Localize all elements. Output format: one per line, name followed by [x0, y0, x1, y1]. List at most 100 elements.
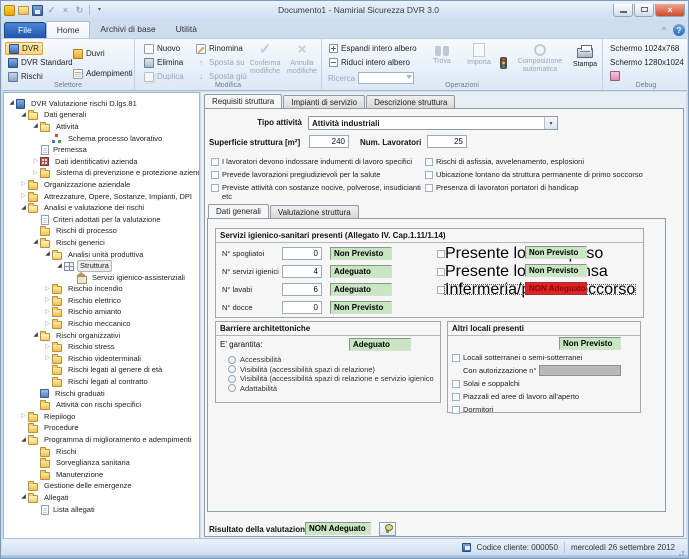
minimize-button[interactable] — [613, 4, 633, 17]
checkbox-icon[interactable] — [437, 268, 445, 276]
lavoratori-input[interactable] — [427, 135, 467, 148]
collapse-icon[interactable]: ◢ — [19, 436, 28, 445]
checkbox-icon[interactable] — [425, 184, 433, 192]
stampa-button[interactable]: Stampa — [569, 41, 601, 87]
radio-icon[interactable] — [228, 365, 236, 373]
qat-dropdown-icon[interactable]: ▾ — [94, 5, 105, 16]
radio-icon[interactable] — [228, 384, 236, 392]
tipo-attivita-select[interactable]: Attività industriali ▾ — [308, 116, 558, 130]
tree-item-organizzazione-aziendale[interactable]: ▷Organizzazione aziendale — [4, 179, 199, 191]
tree-item-lista-allegati[interactable]: Lista allegati — [4, 504, 199, 516]
checkbox-previste-attivit-con-sostanze-nocive-polverose-insudicianti-etc[interactable]: Previste attività con sostanze nocive, p… — [211, 183, 421, 201]
checkbox-prevede-lavorazioni-pregiudizievoli-per-la-salute[interactable]: Prevede lavorazioni pregiudizievoli per … — [211, 170, 421, 179]
radio-adattabilit[interactable]: Adattabilità — [216, 384, 440, 394]
tree-item-analisi-e-valutazione-dei-rischi[interactable]: ◢Analisi e valutazione dei rischi — [4, 202, 199, 214]
superficie-input[interactable] — [309, 135, 349, 148]
subtab-dati-generali[interactable]: Dati generali — [208, 204, 269, 218]
tree-item-rischi-organizzativi[interactable]: ◢Rischi organizzativi — [4, 330, 199, 342]
tree-item-criteri-adottati-per-la-valutazione[interactable]: Criteri adottati per la valutazione — [4, 214, 199, 226]
duvri-button[interactable]: Duvri — [70, 47, 108, 60]
checkbox-presenza-di-lavoratori-portatori-di-handicap[interactable]: Presenza di lavoratori portatori di hand… — [425, 183, 665, 192]
checkbox-i-lavoratori-devono-indossare-indumenti-di-lavoro-specifici[interactable]: I lavoratori devono indossare indumenti … — [211, 157, 421, 166]
tree-item-premessa[interactable]: Premessa — [4, 144, 199, 156]
tree-item-schema-processo-lavorativo[interactable]: Schema processo lavorativo — [4, 133, 199, 145]
count-input-n-servizi-igienici[interactable] — [282, 265, 322, 278]
nuovo-button[interactable]: Nuovo — [141, 42, 183, 55]
tree-item-rischi-graduati[interactable]: Rischi graduati — [4, 388, 199, 400]
collapse-icon[interactable]: ◢ — [31, 122, 40, 131]
rinomina-button[interactable]: Rinomina — [193, 42, 246, 55]
maximize-button[interactable] — [634, 4, 654, 17]
tree-item-dvr-valutazione-rischi-d-lgs-81[interactable]: ◢DVR Valutazione rischi D.lgs.81 — [4, 98, 199, 110]
minimize-ribbon-icon[interactable]: ^ — [658, 26, 670, 35]
tree-item-rischio-incendio[interactable]: ▷Rischio incendio — [4, 284, 199, 296]
tree-item-programma-di-miglioramento-e-adempimenti[interactable]: ◢Programma di miglioramento e adempiment… — [4, 434, 199, 446]
help-icon[interactable]: ? — [673, 24, 685, 36]
count-input-n-lavabi[interactable] — [282, 283, 322, 296]
schermo-1280-button[interactable]: Schermo 1280x1024 — [607, 56, 687, 69]
ribbon-tab-archivi-di-base[interactable]: Archivi di base — [90, 21, 165, 38]
save-icon[interactable] — [32, 5, 43, 16]
checkbox-locali-sotterranei-o-semi-sotterranei[interactable]: Locali sotterranei o semi-sotterranei — [452, 351, 638, 364]
ribbon-tab-home[interactable]: Home — [46, 21, 91, 38]
tree-item-sorveglianza-sanitaria[interactable]: Sorveglianza sanitaria — [4, 457, 199, 469]
checkbox-icon[interactable] — [452, 406, 460, 414]
tree-item-attivit-con-rischi-specifici[interactable]: Attività con rischi specifici — [4, 399, 199, 411]
expand-icon[interactable]: ▷ — [31, 157, 40, 166]
adempimenti-button[interactable]: Adempimenti — [70, 67, 136, 80]
combo-dropdown-icon[interactable]: ▾ — [544, 117, 557, 129]
checkbox-icon[interactable] — [452, 393, 460, 401]
tree-item-rischi-legati-al-contratto[interactable]: Rischi legati al contratto — [4, 376, 199, 388]
radio-visibilit-accessibilit-spazi-di-relazione-e-servizio-igienico[interactable]: Visibilità (accessibilità spazi di relaz… — [216, 374, 440, 384]
tree-item-allegati[interactable]: ◢Allegati — [4, 492, 199, 504]
radio-icon[interactable] — [228, 375, 236, 383]
collapse-icon[interactable]: ◢ — [19, 493, 28, 502]
tab-impianti-di-servizio[interactable]: Impianti di servizio — [283, 95, 365, 108]
tree-item-rischio-meccanico[interactable]: ▷Rischio meccanico — [4, 318, 199, 330]
checkbox-icon[interactable] — [437, 286, 445, 294]
tab-descrizione-struttura[interactable]: Descrizione struttura — [366, 95, 455, 108]
dvr-standard-button[interactable]: DVR Standard — [5, 56, 76, 69]
file-button[interactable]: File — [4, 22, 46, 38]
expand-icon[interactable]: ▷ — [19, 192, 28, 201]
tree-item-dati-identificativi-azienda[interactable]: ▷Dati identificativi azienda — [4, 156, 199, 168]
expand-icon[interactable]: ▷ — [43, 343, 52, 352]
autorizzazione-input[interactable] — [539, 365, 621, 376]
radio-visibilit-accessibilit-spazi-di-relazione[interactable]: Visibilità (accessibilità spazi di relaz… — [216, 365, 440, 375]
tree-item-attivit[interactable]: ◢Attività — [4, 121, 199, 133]
tree-item-manutenzione[interactable]: Manutenzione — [4, 469, 199, 481]
expand-icon[interactable]: ▷ — [43, 285, 52, 294]
recalculate-button[interactable] — [379, 522, 396, 536]
open-icon[interactable] — [18, 6, 29, 15]
subtab-valutazione-struttura[interactable]: Valutazione struttura — [270, 205, 359, 218]
checkbox-rischi-di-asfissia-avvelenamento-esplosioni[interactable]: Rischi di asfissia, avvelenamento, esplo… — [425, 157, 665, 166]
collapse-icon[interactable]: ◢ — [31, 331, 40, 340]
checkbox-icon[interactable] — [452, 354, 460, 362]
tree-item-procedure[interactable]: Procedure — [4, 423, 199, 435]
checkbox-icon[interactable] — [425, 158, 433, 166]
checkbox-solai-e-soppalchi[interactable]: Solai e soppalchi — [452, 377, 638, 390]
schermo-1024-button[interactable]: Schermo 1024x768 — [607, 42, 682, 55]
checkbox-piazzali-ed-aree-di-lavoro-all-aperto[interactable]: Piazzali ed aree di lavoro all'aperto — [452, 390, 638, 403]
expand-icon[interactable]: ▷ — [19, 412, 28, 421]
ribbon-tab-utilit[interactable]: Utilità — [166, 21, 207, 38]
count-input-n-spogliatoi[interactable] — [282, 247, 322, 260]
tree-item-servizi-igienico-assistenziali[interactable]: Servizi igienico-assistenziali — [4, 272, 199, 284]
radio-accessibilit[interactable]: Accessibilità — [216, 355, 440, 365]
tree-item-riepilogo[interactable]: ▷Riepilogo — [4, 411, 199, 423]
debug-tool-icon[interactable] — [610, 71, 620, 81]
tree-item-dati-generali[interactable]: ◢Dati generali — [4, 110, 199, 122]
tab-requisiti-struttura[interactable]: Requisiti struttura — [204, 94, 282, 108]
dvr-button[interactable]: DVR — [5, 42, 43, 55]
riduci-albero-button[interactable]: Riduci intero albero — [326, 56, 413, 69]
checkbox-dormitori[interactable]: Dormitori — [452, 403, 638, 416]
tree-item-rischi-generici[interactable]: ◢Rischi generici — [4, 237, 199, 249]
traffic-light-icon[interactable] — [500, 57, 507, 69]
collapse-icon[interactable]: ◢ — [7, 99, 16, 108]
expand-icon[interactable]: ▷ — [43, 320, 52, 329]
tree-item-gestione-delle-emergenze[interactable]: Gestione delle emergenze — [4, 481, 199, 493]
expand-icon[interactable]: ▷ — [19, 180, 28, 189]
radio-icon[interactable] — [228, 356, 236, 364]
checkbox-icon[interactable] — [437, 250, 445, 258]
tree-item-rischio-videoterminali[interactable]: ▷Rischio videoterminali — [4, 353, 199, 365]
